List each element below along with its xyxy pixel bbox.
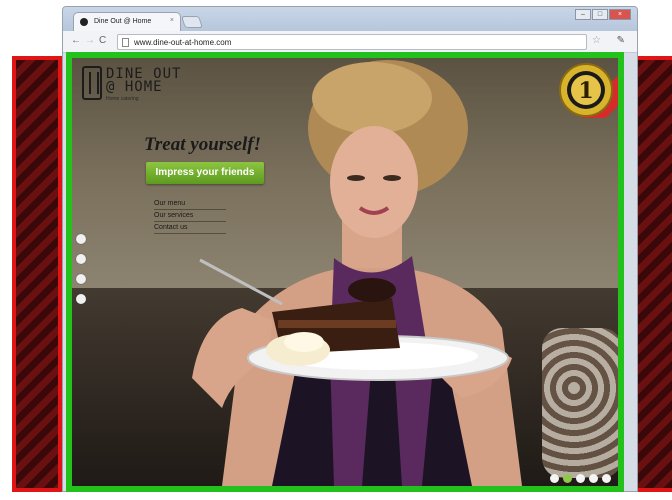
menu-link-our-menu[interactable]: Our menu <box>154 198 226 210</box>
award-seal-icon: 1 <box>559 63 613 117</box>
favicon-icon <box>80 18 88 26</box>
side-nav-dots <box>76 234 86 304</box>
logo-tagline: Home catering <box>106 96 139 102</box>
slider-dot[interactable] <box>602 474 611 483</box>
close-window-button[interactable]: × <box>609 9 631 20</box>
hero-photo-woman-with-cake <box>192 60 522 486</box>
site-menu: Our menu Our services Contact us <box>154 198 226 234</box>
side-dot[interactable] <box>76 254 86 264</box>
browser-tab[interactable]: Dine Out @ Home × <box>73 12 181 31</box>
logo-mark-icon <box>82 66 102 100</box>
back-arrow-icon[interactable]: ← <box>71 35 81 46</box>
forward-arrow-icon[interactable]: → <box>85 35 95 46</box>
minimize-button[interactable]: – <box>575 9 591 20</box>
star-icon[interactable]: ☆ <box>592 35 601 46</box>
page-icon <box>122 38 129 47</box>
wrench-icon[interactable]: ✎ <box>617 35 625 46</box>
logo-line-2: @ HOME <box>106 79 163 95</box>
right-side-panel <box>632 56 672 492</box>
side-dot[interactable] <box>76 234 86 244</box>
reload-icon[interactable]: C <box>99 35 106 46</box>
window-controls: – □ × <box>575 9 631 20</box>
maximize-button[interactable]: □ <box>592 9 608 20</box>
slider-dot[interactable] <box>589 474 598 483</box>
address-bar[interactable]: www.dine-out-at-home.com <box>117 34 587 50</box>
side-dot[interactable] <box>76 274 86 284</box>
screenshot-stage: Dine Out @ Home × – □ × ← → C www.dine-o… <box>0 0 672 500</box>
new-tab-button[interactable] <box>181 16 203 28</box>
left-side-panel <box>12 56 62 492</box>
url-text: www.dine-out-at-home.com <box>134 38 232 47</box>
browser-toolbar: ← → C www.dine-out-at-home.com ☆ ✎ <box>63 31 637 53</box>
seal-number: 1 <box>578 78 593 104</box>
slider-dot[interactable] <box>550 474 559 483</box>
impress-friends-button[interactable]: Impress your friends <box>146 162 264 184</box>
webpage-viewport: DINE OUT @ HOME Home catering Treat your… <box>66 52 624 492</box>
site-logo[interactable]: DINE OUT @ HOME Home catering <box>82 66 192 110</box>
page-headline: Treat yourself! <box>144 134 261 155</box>
slider-dot-active[interactable] <box>563 474 572 483</box>
tab-title: Dine Out @ Home <box>94 18 152 25</box>
tab-close-icon[interactable]: × <box>170 17 174 24</box>
logo-title: DINE OUT @ HOME <box>106 67 181 95</box>
tab-strip: Dine Out @ Home × – □ × <box>63 7 637 31</box>
side-dot[interactable] <box>76 294 86 304</box>
menu-link-contact-us[interactable]: Contact us <box>154 222 226 234</box>
slider-dots <box>550 474 611 483</box>
slider-dot[interactable] <box>576 474 585 483</box>
menu-link-our-services[interactable]: Our services <box>154 210 226 222</box>
